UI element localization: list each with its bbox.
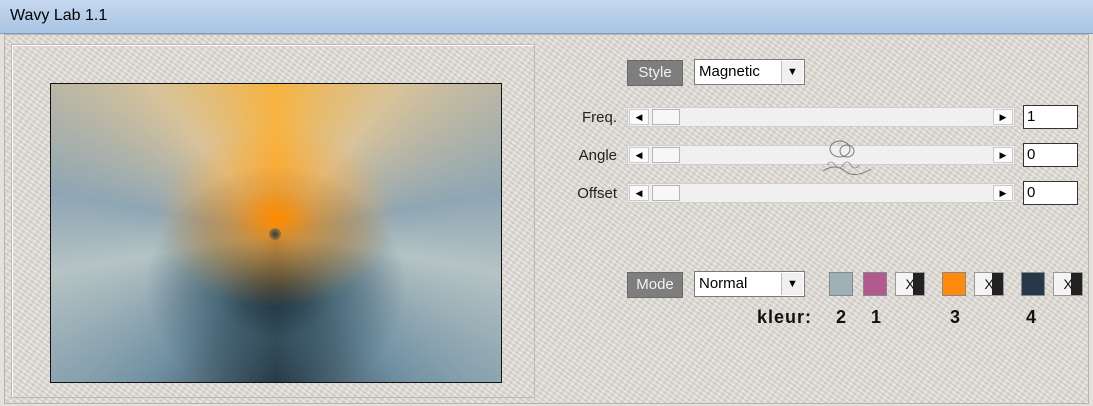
swap-colors-1-button[interactable]: X	[895, 272, 925, 296]
angle-value-field[interactable]: 0	[1023, 143, 1078, 167]
chevron-down-icon[interactable]: ▼	[781, 273, 803, 295]
dialog-client-area: Style Magnetic ▼ Freq. ◀ ▶ 1 Angle ◀ ▶ 0…	[4, 34, 1089, 404]
color-swatch-2[interactable]	[829, 272, 853, 296]
offset-slider-thumb[interactable]	[652, 185, 680, 201]
offset-slider[interactable]: ◀ ▶	[627, 183, 1015, 203]
style-label: Style	[627, 60, 683, 86]
kleur-number-4: 4	[1026, 307, 1038, 327]
mode-label: Mode	[627, 272, 683, 298]
window-title: Wavy Lab 1.1	[10, 7, 108, 24]
color-swatch-4[interactable]	[1021, 272, 1045, 296]
offset-label: Offset	[577, 185, 617, 202]
arrow-right-icon[interactable]: ▶	[993, 147, 1013, 163]
angle-label: Angle	[578, 147, 617, 164]
preview-image	[50, 83, 502, 383]
watermark-signature	[822, 140, 872, 175]
kleur-label: kleur:	[757, 307, 813, 327]
arrow-left-icon[interactable]: ◀	[629, 185, 649, 201]
swap-colors-3-button[interactable]: X	[974, 272, 1004, 296]
style-dropdown-value: Magnetic	[699, 63, 760, 80]
color-swatch-3[interactable]	[942, 272, 966, 296]
angle-slider-thumb[interactable]	[652, 147, 680, 163]
freq-value-field[interactable]: 1	[1023, 105, 1078, 129]
freq-label: Freq.	[581, 109, 617, 126]
mode-dropdown[interactable]: Normal ▼	[694, 271, 805, 297]
kleur-number-2: 2	[836, 307, 848, 327]
freq-slider-thumb[interactable]	[652, 109, 680, 125]
freq-slider[interactable]: ◀ ▶	[627, 107, 1015, 127]
offset-value-field[interactable]: 0	[1023, 181, 1078, 205]
arrow-right-icon[interactable]: ▶	[993, 185, 1013, 201]
chevron-down-icon[interactable]: ▼	[781, 61, 803, 83]
kleur-number-1: 1	[871, 307, 883, 327]
color-swatch-1[interactable]	[863, 272, 887, 296]
arrow-left-icon[interactable]: ◀	[629, 147, 649, 163]
arrow-left-icon[interactable]: ◀	[629, 109, 649, 125]
kleur-number-3: 3	[950, 307, 962, 327]
swap-colors-4-button[interactable]: X	[1053, 272, 1083, 296]
arrow-right-icon[interactable]: ▶	[993, 109, 1013, 125]
style-dropdown[interactable]: Magnetic ▼	[694, 59, 805, 85]
preview-focal-point	[269, 228, 281, 240]
title-bar: Wavy Lab 1.1	[0, 0, 1093, 34]
preview-panel	[11, 44, 535, 398]
mode-dropdown-value: Normal	[699, 275, 748, 292]
